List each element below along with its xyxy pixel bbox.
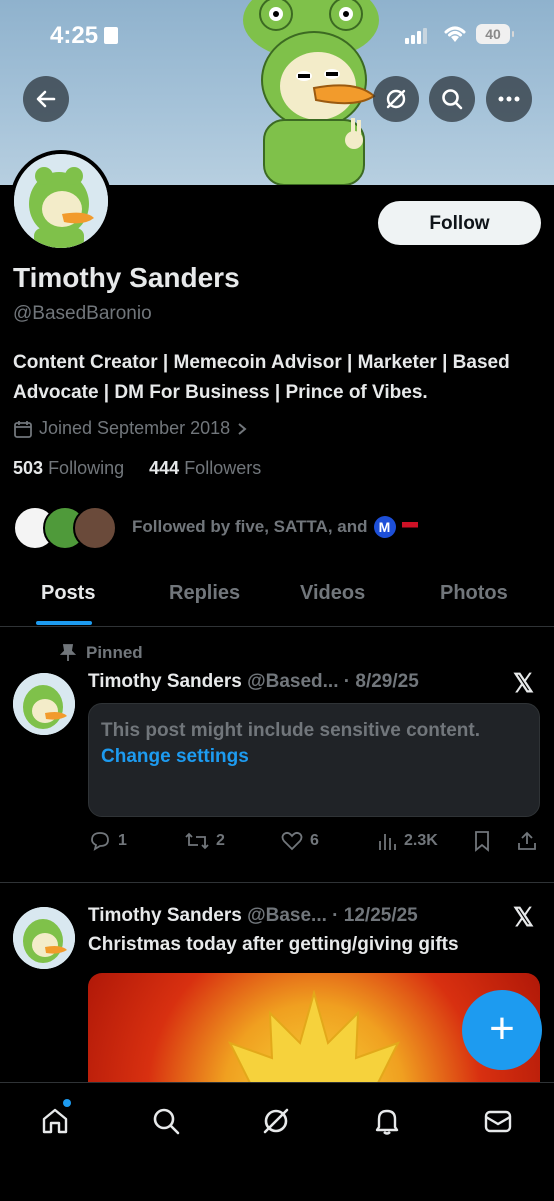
tab-replies[interactable]: Replies [169,582,240,605]
x-logo-icon: 𝕏 [513,902,534,932]
pinned-indicator: Pinned [60,643,143,663]
follow-counts: 503 Following 444 Followers [13,458,261,479]
frog-avatar-image [14,154,108,248]
following-link[interactable]: 503 Following [13,458,124,478]
home-icon [42,1108,68,1134]
more-button[interactable] [486,76,532,122]
post-date[interactable]: · 12/25/25 [332,905,418,926]
back-arrow-icon [36,90,56,108]
post-handle[interactable]: @Based... [247,671,338,692]
post-handle[interactable]: @Base... [247,905,327,926]
tab-posts[interactable]: Posts [41,582,95,605]
repost-button[interactable]: 2 [184,830,225,852]
follow-button[interactable]: Follow [378,201,541,245]
status-time: 4:25 [50,22,119,50]
active-tab-indicator [36,621,92,625]
bell-icon [375,1109,399,1135]
mutual-avatar [73,506,117,550]
compose-post-button[interactable]: + [462,990,542,1070]
nav-home[interactable] [35,1099,75,1141]
signal-icon [405,26,429,44]
nav-messages[interactable] [478,1101,518,1141]
sensitive-content-notice: This post might include sensitive conten… [88,703,540,817]
bottom-navigation [0,1082,554,1201]
reply-button[interactable]: 1 [88,830,127,852]
followed-by-avatars[interactable] [13,506,117,550]
grok-button[interactable] [373,76,419,122]
calendar-icon [14,420,32,438]
post-text: Christmas today after getting/giving gif… [88,934,459,955]
followed-by-text[interactable]: Followed by five, SATTA, and M [132,516,418,538]
post-avatar[interactable] [13,907,75,969]
share-icon [518,831,536,850]
like-button[interactable]: 6 [280,830,319,852]
post-header: Timothy Sanders @Base... · 12/25/25 [88,905,418,927]
post-author[interactable]: Timothy Sanders [88,905,242,926]
change-settings-link[interactable]: Change settings [101,743,527,771]
joined-date[interactable]: Joined September 2018 [13,418,248,439]
battery-icon: 40 [476,24,514,44]
joined-label: Joined September 2018 [39,418,231,438]
search-icon [442,89,463,110]
search-button[interactable] [429,76,475,122]
chevron-right-icon [238,422,247,435]
share-button[interactable] [516,830,538,852]
flag-icon [401,521,418,533]
back-button[interactable] [23,76,69,122]
post-divider [0,882,554,883]
nav-notifications[interactable] [367,1101,407,1141]
profile-name: Timothy Sanders [13,262,240,293]
views-button[interactable]: 2.3K [376,830,438,852]
pin-icon [60,644,76,661]
grok-icon [386,89,406,109]
profile-handle: @BasedBaronio [13,303,152,324]
nav-grok[interactable] [256,1101,296,1141]
profile-tabs: Posts Replies Videos Photos [0,570,554,627]
status-bar: 4:25 40 [0,0,554,70]
notification-dot [63,1099,71,1107]
tab-photos[interactable]: Photos [440,582,508,605]
m-badge-icon: M [373,516,396,538]
followers-link[interactable]: 444 Followers [149,458,261,478]
wifi-icon [444,26,466,42]
sensitive-text: This post might include sensitive conten… [101,720,480,741]
frog-avatar-image [13,907,75,969]
mail-icon [484,1110,512,1133]
nav-search[interactable] [146,1101,186,1141]
more-icon [498,96,520,102]
frog-avatar-image [13,673,75,735]
heart-icon [281,831,303,851]
profile-avatar[interactable] [10,150,112,252]
post-date[interactable]: · 8/29/25 [344,671,419,692]
x-logo-icon: 𝕏 [513,668,534,698]
reply-icon [91,832,109,851]
tab-videos[interactable]: Videos [300,582,365,605]
post-actions: 1 2 6 2.3K [88,830,540,854]
views-icon [379,834,396,850]
bookmark-icon [475,831,489,852]
repost-icon [185,832,209,850]
post-avatar[interactable] [13,673,75,735]
book-icon [104,27,119,44]
post-author[interactable]: Timothy Sanders [88,671,242,692]
post-header: Timothy Sanders @Based... · 8/29/25 [88,671,419,693]
profile-bio: Content Creator | Memecoin Advisor | Mar… [13,352,510,403]
grok-icon [263,1108,289,1134]
bookmark-button[interactable] [472,830,492,852]
search-icon [153,1108,180,1135]
